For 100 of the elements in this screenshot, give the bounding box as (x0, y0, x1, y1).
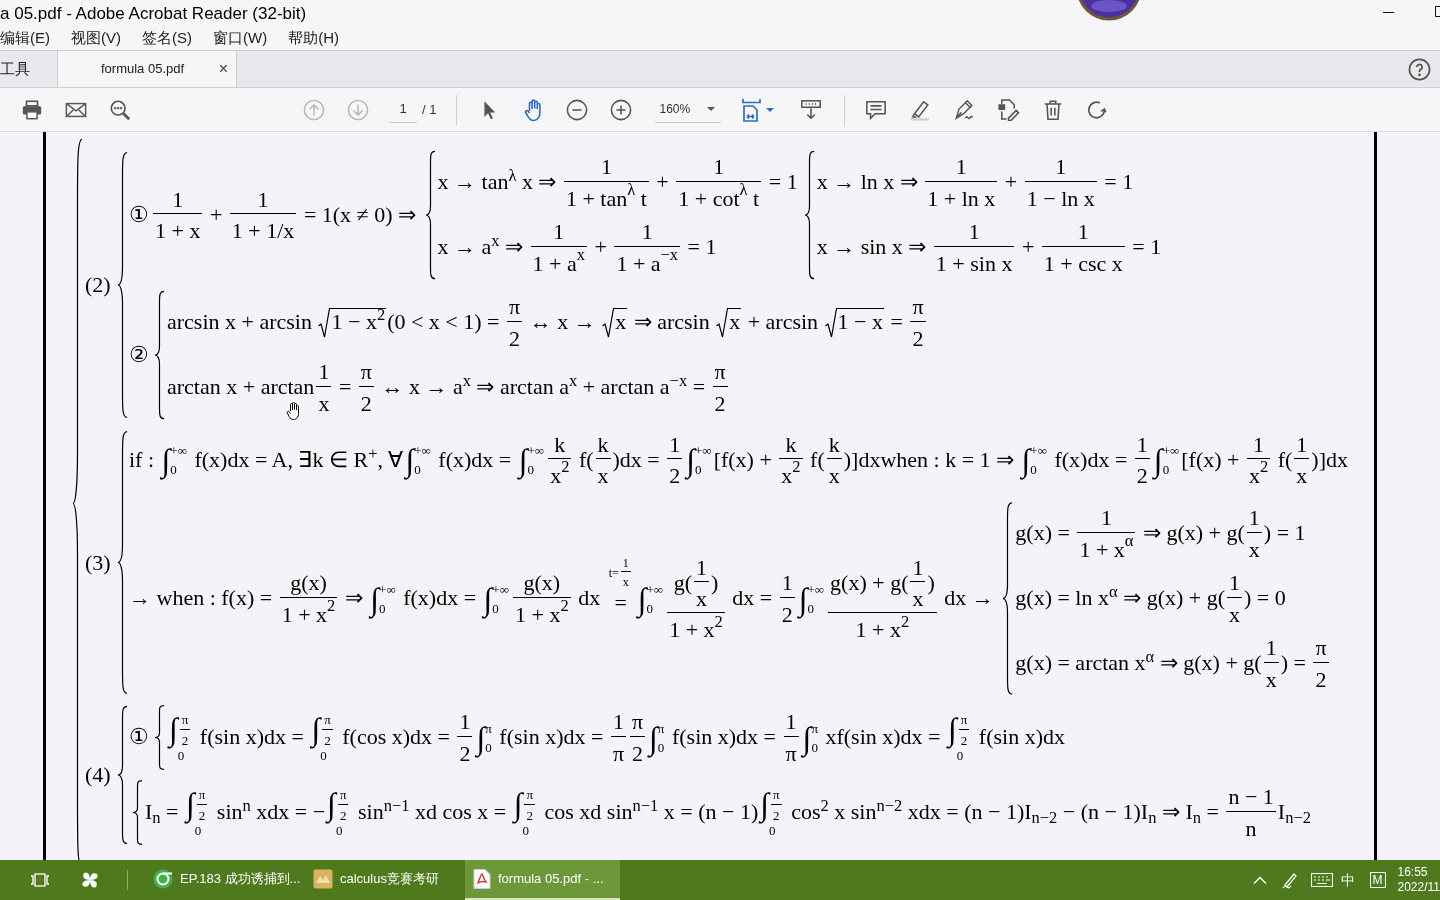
input-method-indicator[interactable]: 中 (1340, 873, 1355, 887)
fraction: k x (595, 431, 611, 489)
menu-item[interactable]: 编辑(E) (0, 26, 50, 50)
math-text: x → a$^{x}$ ⇒ (437, 234, 525, 261)
fraction: 1 1 + a$^{−x}$ (614, 219, 681, 276)
math-text: → when : f(x) = (129, 585, 274, 612)
math-text: cos$^{2}$ x sin$^{n−2}$ xdx = (n − 1)I$_{n−2}$ − (n − 1)I$_{n}$ ⇒ I$_{n}$ = (790, 799, 1220, 826)
math-text: f(sin x)dx = (498, 724, 605, 751)
fraction: 1 1 + csc x (1041, 219, 1125, 276)
math-text: ⇒ arcsin (632, 309, 711, 336)
fraction: π 2 (507, 294, 523, 351)
radical-sign-icon (318, 307, 331, 338)
math-text: = 1 (1131, 234, 1162, 261)
math-text: cos xd sin$^{n−1}$ x = (n − 1) (543, 799, 759, 826)
browser-icon (153, 869, 173, 889)
fraction: 1 1 + x$^{α}$ (1077, 505, 1136, 562)
fraction: 1 x (1227, 570, 1243, 627)
math-text: ↔ x → a$^{x}$ ⇒ arctan a$^{x}$ + arctan a$^{−x}$ = (380, 374, 707, 401)
radical-sign-icon (824, 307, 837, 338)
taskbar-app[interactable]: calculus竞赛考研 (305, 860, 460, 900)
caret-icon[interactable] (766, 107, 775, 112)
window-title: a 05.pdf - Adobe Acrobat Reader (32-bit) (0, 4, 307, 22)
print-icon[interactable] (21, 98, 43, 121)
math-text: x (614, 307, 628, 338)
math-text: 1 − x$^{2}$ (330, 307, 387, 338)
brace-icon (117, 429, 128, 696)
math-text: I$_{n−2}$ (1277, 799, 1311, 826)
clock-date[interactable]: 2022/11 (1397, 880, 1440, 895)
brace-icon (117, 705, 128, 845)
math-text: 1 − x (836, 307, 884, 338)
pinwheel-icon[interactable] (80, 870, 100, 890)
clock-time[interactable]: 16:55 (1397, 865, 1428, 880)
math-text: + arcsin (746, 309, 820, 336)
math-text: f(x)dx = (437, 446, 513, 474)
fraction: 1 x$^{2}$ (1246, 431, 1271, 489)
page-count: / 1 (422, 100, 437, 119)
math-text: dx (577, 585, 602, 612)
tab[interactable]: 工具 (0, 51, 58, 87)
comment-icon[interactable] (865, 98, 888, 121)
orb-icon[interactable] (1076, 0, 1142, 21)
radical-sign-icon (716, 307, 729, 338)
minimize-icon[interactable] (1383, 12, 1394, 14)
help-icon[interactable] (1408, 57, 1431, 81)
menu-item[interactable]: 签名(S) (142, 26, 192, 50)
fraction: 1 1 + sin x (933, 219, 1015, 276)
menu-item[interactable]: 视图(V) (71, 26, 121, 50)
math-text: arctan x + arctan (167, 374, 315, 401)
menu-item[interactable]: 帮助(H) (288, 26, 339, 50)
keyboard-icon[interactable] (1310, 873, 1333, 887)
fraction: g(x) 1 + x$^{2}$ (512, 570, 571, 627)
math-text: ⇒ g(x) + g( (1141, 520, 1245, 547)
math-text: x → sin x ⇒ (816, 234, 928, 261)
close-tab-button[interactable]: × (218, 61, 228, 77)
zoom-field[interactable]: 160% (655, 96, 722, 123)
math-text: + (1020, 234, 1036, 261)
math-text: x (728, 307, 742, 338)
highlighter-icon[interactable] (909, 98, 932, 121)
caret-icon[interactable] (707, 107, 716, 111)
math-text: f( (577, 446, 594, 474)
equation-number: (2) (85, 274, 112, 296)
pen-icon[interactable] (1280, 871, 1299, 889)
math-text: x → tan$^{λ}$ x ⇒ (437, 169, 558, 196)
equation-number: (4) (85, 764, 112, 786)
math-text: = (337, 374, 353, 401)
math-text: )]dxwhen : k = 1 ⇒ (843, 446, 1016, 474)
zoom-in-icon[interactable] (610, 98, 633, 121)
circled-number: ② (129, 341, 149, 369)
fit-page-icon[interactable] (741, 97, 764, 122)
rotate-icon[interactable] (1086, 98, 1109, 121)
math-text: = 1 (1103, 169, 1134, 196)
task-view-icon[interactable] (30, 872, 50, 888)
math-text: if : (129, 446, 156, 474)
fraction: 1 π (610, 709, 626, 766)
math-text: x → ln x ⇒ (816, 169, 919, 196)
tab[interactable]: formula 05.pdf × (58, 51, 237, 87)
scroll-mode-icon[interactable] (800, 98, 823, 121)
chevron-up-icon[interactable] (1252, 876, 1267, 884)
fraction: 1 1 − ln x (1024, 154, 1097, 211)
math-text: ↔ x → (528, 309, 597, 336)
fraction: 1 x (316, 359, 332, 416)
equation-number: (3) (85, 551, 112, 574)
maximize-icon[interactable] (1435, 6, 1440, 17)
zoom-out-icon[interactable] (566, 98, 589, 121)
taskbar-app[interactable]: EP.183 成功诱捕到... (145, 860, 300, 900)
math-text: f( (1276, 446, 1293, 474)
math-text: g(x) = ln x$^{α}$ ⇒ g(x) + g( (1015, 585, 1226, 612)
math-text: + (208, 201, 224, 229)
menu-item[interactable]: 窗口(W) (213, 26, 268, 50)
hand-cursor-icon (286, 402, 302, 420)
fraction: g(x) 1 + x$^{2}$ (279, 570, 338, 627)
brace-icon (803, 150, 815, 280)
fraction: 1 x (1294, 431, 1310, 489)
math-text: I$_{n}$ = (145, 799, 180, 826)
math-text: ) = 1 (1263, 520, 1306, 547)
page-number-field[interactable]: 1 (389, 96, 417, 123)
fraction: 1 1 + ln x (925, 154, 998, 211)
edit-document-icon[interactable] (997, 98, 1021, 121)
input-mode-button[interactable]: M (1369, 872, 1386, 888)
search-icon[interactable] (109, 98, 131, 121)
math-text: = 1 (686, 234, 717, 261)
